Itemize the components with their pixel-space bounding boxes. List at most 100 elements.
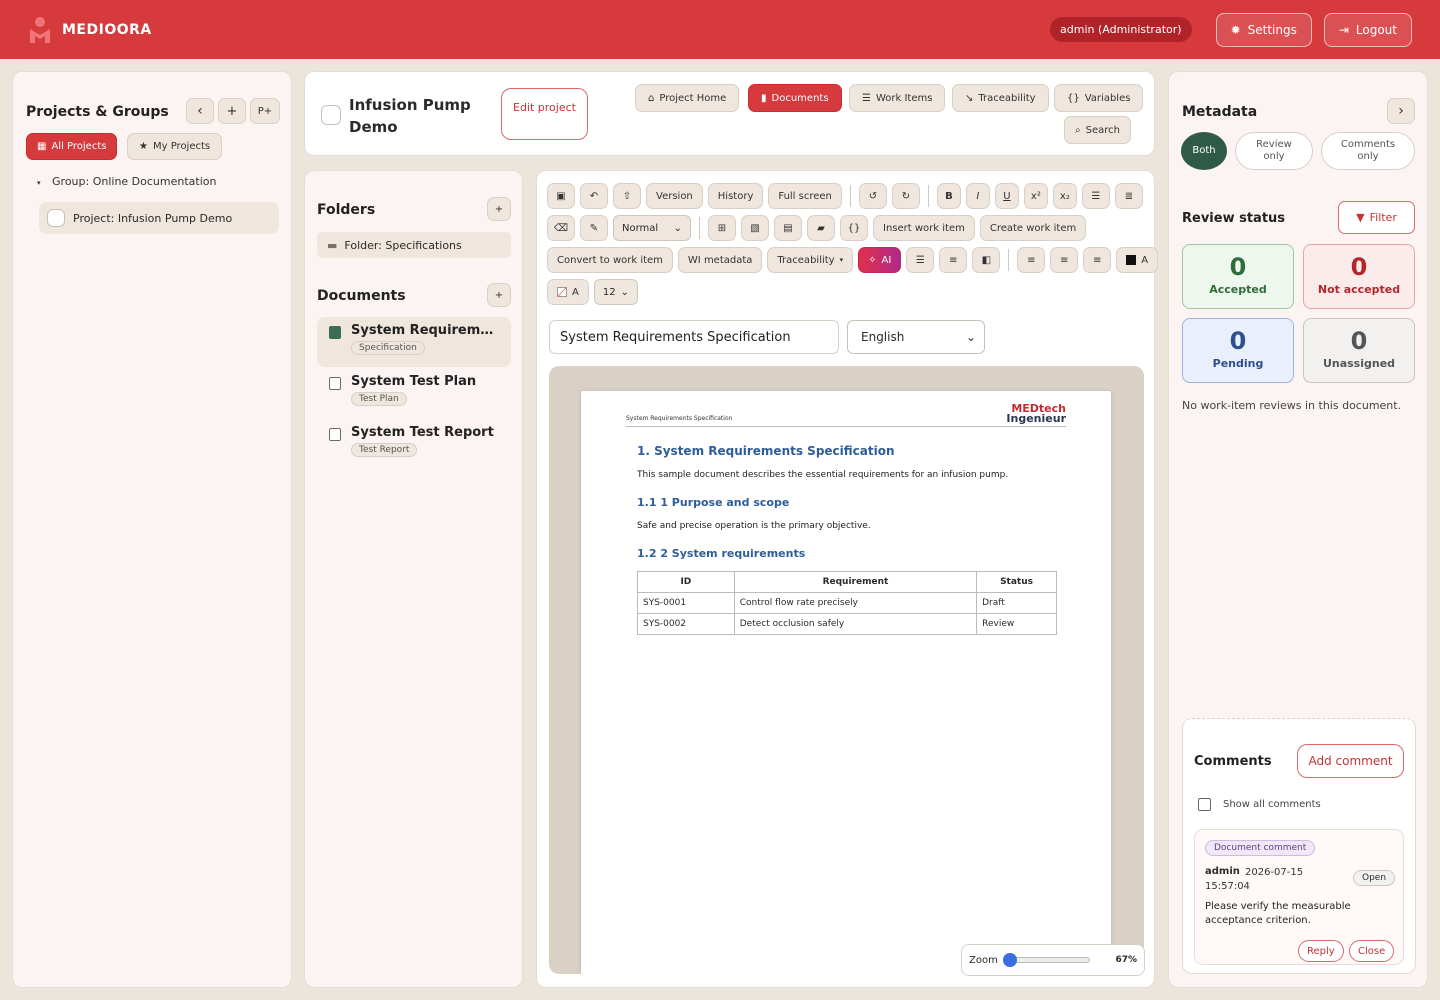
project-select-checkbox[interactable]: [321, 105, 341, 125]
table-cell[interactable]: Review: [976, 613, 1057, 635]
eraser-button[interactable]: ⌫: [547, 215, 575, 241]
underline-button[interactable]: U: [994, 183, 1019, 209]
table-cell[interactable]: SYS-0001: [637, 592, 735, 614]
requirements-table[interactable]: ID Requirement Status SYS-0001 Control f…: [637, 571, 1057, 635]
accepted-status-card[interactable]: 0 Accepted: [1182, 244, 1294, 309]
history-button[interactable]: History: [707, 183, 764, 209]
insert-block-button[interactable]: ▤: [774, 215, 802, 241]
paragraph-style-select[interactable]: Normal ⌄: [613, 215, 691, 241]
show-all-comments-toggle[interactable]: Show all comments: [1198, 798, 1321, 811]
text-color-button[interactable]: A: [1116, 247, 1159, 273]
nav-documents[interactable]: ▮ Documents: [748, 84, 842, 112]
zoom-slider-thumb[interactable]: [1002, 953, 1017, 967]
document-icon: [329, 377, 341, 390]
comment-timestamp: 2026-07-15 15:57:04: [1205, 867, 1304, 892]
nav-traceability[interactable]: ↘ Traceability: [952, 84, 1049, 112]
align-center-button[interactable]: ≡: [1050, 247, 1079, 273]
user-badge[interactable]: admin (Administrator): [1050, 17, 1192, 42]
nav-project-home[interactable]: ⌂ Project Home: [635, 84, 740, 112]
align-justify-button[interactable]: ☰: [906, 247, 935, 273]
brush-button[interactable]: ✎: [580, 215, 608, 241]
insert-work-item-button[interactable]: Insert work item: [873, 215, 975, 241]
document-item[interactable]: System Test Plan Test Plan: [317, 368, 511, 414]
insert-image-button[interactable]: ▧: [741, 215, 769, 241]
trace-icon: ↘: [965, 92, 974, 104]
nav-work-items[interactable]: ☰ Work Items: [849, 84, 946, 112]
edit-project-button[interactable]: Edit project: [501, 88, 588, 140]
fullscreen-button[interactable]: Full screen: [768, 183, 842, 209]
table-row[interactable]: SYS-0001 Control flow rate precisely Dra…: [637, 592, 1057, 614]
italic-button[interactable]: I: [965, 183, 990, 209]
project-checkbox[interactable]: [47, 209, 65, 227]
settings-button[interactable]: ✹ Settings: [1215, 12, 1312, 47]
add-project-button[interactable]: P+: [250, 98, 280, 124]
folder-item[interactable]: ▬ Folder: Specifications: [317, 232, 511, 258]
insert-comment-button[interactable]: ▰: [807, 215, 835, 241]
table-cell[interactable]: Control flow rate precisely: [733, 592, 978, 614]
add-comment-button[interactable]: Add comment: [1297, 744, 1404, 778]
project-item[interactable]: Project: Infusion Pump Demo: [39, 202, 279, 234]
add-folder-button[interactable]: +: [487, 197, 511, 221]
superscript-button[interactable]: x²: [1023, 183, 1048, 209]
subscript-button[interactable]: x₂: [1052, 183, 1077, 209]
document-item[interactable]: System Requirement... Specification: [317, 317, 511, 367]
table-cell[interactable]: Detect occlusion safely: [733, 613, 978, 635]
version-button[interactable]: Version: [646, 183, 703, 209]
numbered-list-button[interactable]: ≣: [1114, 183, 1143, 209]
zoom-slider[interactable]: [1002, 953, 1090, 967]
align-center-list-button[interactable]: ≡: [939, 247, 968, 273]
language-select[interactable]: English ⌄: [847, 320, 985, 354]
view-both-toggle[interactable]: Both: [1181, 132, 1227, 170]
all-projects-tab[interactable]: ▦ All Projects: [26, 133, 118, 160]
add-document-button[interactable]: +: [487, 283, 511, 307]
bold-button[interactable]: B: [936, 183, 961, 209]
document-canvas[interactable]: System Requirements Specification MEDtec…: [549, 366, 1144, 974]
undo-button[interactable]: ↺: [858, 183, 887, 209]
brand[interactable]: MEDIOORA: [28, 16, 152, 44]
logout-button[interactable]: ⇥ Logout: [1323, 12, 1412, 47]
table-row[interactable]: SYS-0002 Detect occlusion safely Review: [637, 613, 1057, 635]
convert-to-work-item-button[interactable]: Convert to work item: [547, 247, 673, 273]
traceability-dropdown[interactable]: Traceability ▾: [767, 247, 854, 273]
close-comment-button[interactable]: Close: [1349, 940, 1395, 962]
collapse-panel-button[interactable]: ‹: [186, 98, 214, 124]
create-work-item-button[interactable]: Create work item: [979, 215, 1087, 241]
align-right-button[interactable]: ≡: [1083, 247, 1112, 273]
my-projects-tab[interactable]: ★ My Projects: [127, 133, 223, 160]
revert-button[interactable]: ↶: [580, 183, 608, 209]
redo-button[interactable]: ↻: [891, 183, 920, 209]
show-all-checkbox[interactable]: [1198, 798, 1211, 811]
insert-table-button[interactable]: ⊞: [708, 215, 736, 241]
bullet-list-button[interactable]: ☰: [1081, 183, 1110, 209]
reply-button[interactable]: Reply: [1298, 940, 1344, 962]
pending-status-card[interactable]: 0 Pending: [1182, 318, 1294, 383]
table-cell[interactable]: Draft: [976, 592, 1057, 614]
font-size-select[interactable]: 12 ⌄: [593, 279, 638, 305]
save-button[interactable]: ▣: [547, 183, 575, 209]
view-comments-only-toggle[interactable]: Comments only: [1321, 132, 1415, 170]
align-left-button[interactable]: ≡: [1017, 247, 1046, 273]
upload-button[interactable]: ⇧: [613, 183, 641, 209]
document-item[interactable]: System Test Report Test Report: [317, 419, 511, 465]
unassigned-status-card[interactable]: 0 Unassigned: [1303, 318, 1415, 383]
add-group-button[interactable]: +: [218, 98, 246, 124]
insert-variable-button[interactable]: {}: [840, 215, 868, 241]
view-review-only-toggle[interactable]: Review only: [1235, 132, 1313, 170]
background-color-button[interactable]: A: [547, 279, 589, 305]
comment-card[interactable]: Document comment admin 2026-07-15 15:57:…: [1194, 829, 1404, 965]
table-cell[interactable]: SYS-0002: [637, 613, 735, 635]
comment-status-badge[interactable]: Open: [1353, 870, 1396, 886]
expand-panel-button[interactable]: ›: [1387, 98, 1415, 124]
wi-metadata-button[interactable]: WI metadata: [677, 247, 763, 273]
document-page[interactable]: System Requirements Specification MEDtec…: [581, 391, 1111, 974]
ai-button[interactable]: ✧ AI: [858, 247, 902, 273]
nav-variables[interactable]: {} Variables: [1054, 84, 1144, 112]
doc-heading-1: 1. System Requirements Specification: [637, 444, 895, 458]
contrast-button[interactable]: ◧: [972, 247, 1001, 273]
nav-search[interactable]: ⌕ Search: [1064, 116, 1131, 144]
not-accepted-status-card[interactable]: 0 Not accepted: [1303, 244, 1415, 309]
filter-button[interactable]: ▼ Filter: [1338, 201, 1415, 234]
document-title-input[interactable]: System Requirements Specification: [549, 320, 839, 354]
table-icon: ⊞: [717, 222, 727, 234]
group-item[interactable]: ▾ Group: Online Documentation: [37, 175, 216, 188]
